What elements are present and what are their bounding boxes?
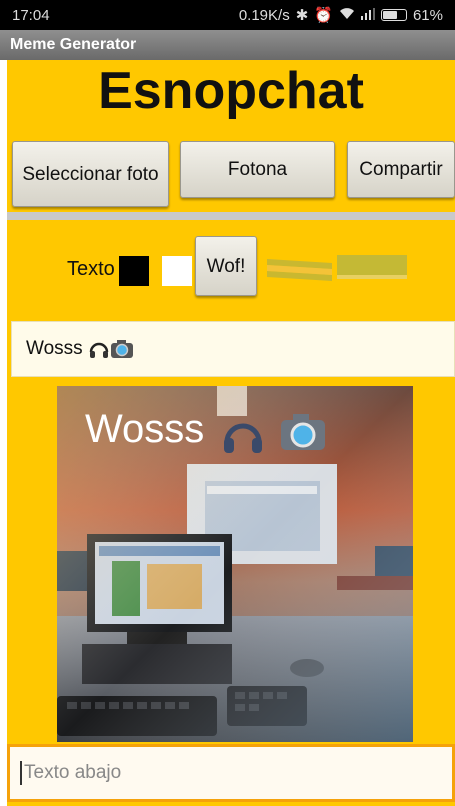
camera-icon <box>110 338 134 360</box>
status-bar: 17:04 0.19K/s ✱ ⏰ 61% <box>0 0 455 30</box>
text-color-label: Texto <box>67 258 115 280</box>
bottom-text-field[interactable]: Texto abajo <box>7 744 455 802</box>
top-text-value: Wosss <box>26 338 83 359</box>
text-color-swatch[interactable] <box>119 256 149 286</box>
wifi-icon <box>339 7 355 24</box>
select-photo-button[interactable]: Seleccionar foto <box>12 141 169 207</box>
status-icons: 0.19K/s ✱ ⏰ 61% <box>238 6 443 25</box>
top-text-field[interactable]: Wosss <box>11 321 455 377</box>
alarm-icon: ⏰ <box>314 7 333 24</box>
meme-caption: Wosss <box>85 407 204 451</box>
bottom-text-placeholder: Texto abajo <box>24 762 122 783</box>
page-heading: Esnopchat <box>98 62 364 120</box>
app-title-bar: Meme Generator <box>0 30 455 60</box>
battery-icon <box>380 9 407 21</box>
battery-percent: 61% <box>412 6 443 24</box>
signal-icon <box>360 7 375 24</box>
color-strip <box>262 255 407 285</box>
apply-text-button[interactable]: Wof! <box>195 236 257 296</box>
meme-photo: Wosss <box>57 386 413 742</box>
app-screen: Esnopchat Seleccionar foto Fotona Compar… <box>7 60 455 806</box>
app-title: Meme Generator <box>10 36 137 53</box>
status-time: 17:04 <box>12 6 50 24</box>
text-cursor <box>20 761 22 785</box>
share-button[interactable]: Compartir <box>347 141 455 198</box>
bluetooth-icon: ✱ <box>295 7 309 24</box>
divider <box>7 212 455 220</box>
network-speed: 0.19K/s <box>238 6 290 24</box>
take-photo-button[interactable]: Fotona <box>180 141 335 198</box>
background-color-swatch[interactable] <box>162 256 192 286</box>
headphones-icon <box>88 338 110 360</box>
